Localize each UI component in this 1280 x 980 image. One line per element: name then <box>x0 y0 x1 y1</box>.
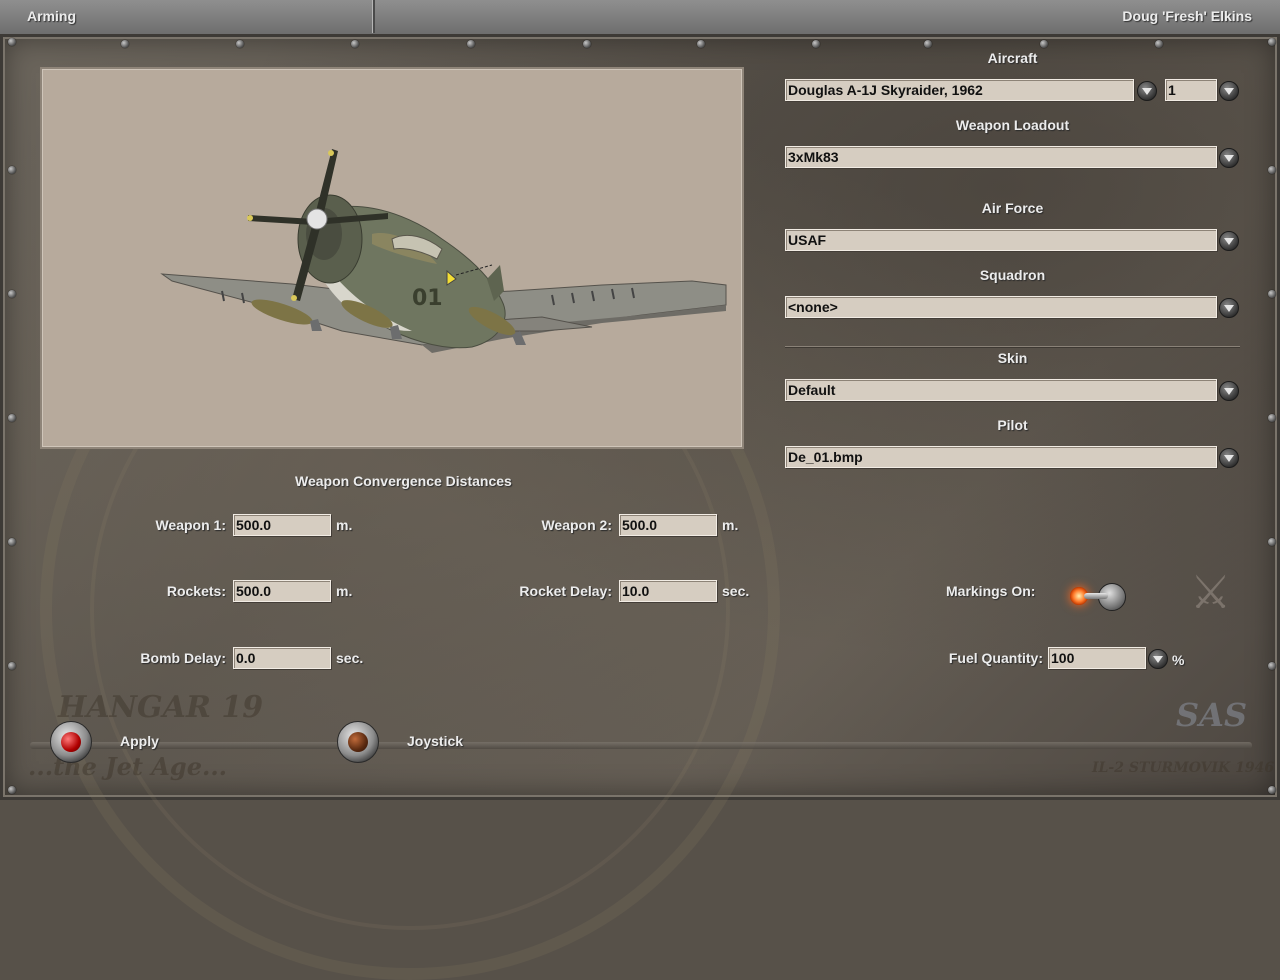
air-force-label: Air Force <box>981 200 1044 216</box>
winged-dagger-emblem-icon: ⚔ <box>1190 565 1232 619</box>
rivet <box>1268 662 1276 670</box>
rivet <box>8 166 16 174</box>
weapon1-label: Weapon 1: <box>155 517 226 533</box>
rivet <box>812 40 820 48</box>
joystick-button[interactable] <box>337 721 379 763</box>
skin-label: Skin <box>997 350 1028 366</box>
rivet <box>8 38 16 46</box>
rivet <box>8 662 16 670</box>
red-button-cap-icon <box>61 732 81 752</box>
rivet <box>1268 290 1276 298</box>
fuel-quantity-select[interactable] <box>1048 647 1146 669</box>
aircraft-count-dropdown-arrow-icon[interactable] <box>1219 81 1239 101</box>
fuel-quantity-label: Fuel Quantity: <box>948 650 1043 666</box>
rivet <box>1040 40 1048 48</box>
bomb-delay-label: Bomb Delay: <box>140 650 226 666</box>
rivet <box>1268 38 1276 46</box>
air-force-dropdown-arrow-icon[interactable] <box>1219 231 1239 251</box>
aircraft-label: Aircraft <box>987 50 1038 66</box>
aircraft-count-select[interactable] <box>1165 79 1217 101</box>
weapon2-unit: m. <box>722 517 739 533</box>
apply-button-label[interactable]: Apply <box>120 733 159 749</box>
squadron-select[interactable] <box>785 296 1217 318</box>
bomb-delay-unit: sec. <box>336 650 364 666</box>
weapon-loadout-select[interactable] <box>785 146 1217 168</box>
weapon2-distance-input[interactable] <box>619 514 717 536</box>
squadron-label: Squadron <box>979 267 1046 283</box>
markings-toggle-switch[interactable] <box>1068 579 1132 613</box>
weapon-loadout-label: Weapon Loadout <box>955 117 1070 133</box>
pilot-dropdown-arrow-icon[interactable] <box>1219 448 1239 468</box>
skin-select[interactable] <box>785 379 1217 401</box>
pilot-select[interactable] <box>785 446 1217 468</box>
aircraft-model-image: 01 <box>160 149 727 353</box>
screen-title: Arming <box>27 8 76 24</box>
bomb-delay-input[interactable] <box>233 647 331 669</box>
toggle-switch-lever-icon <box>1084 593 1108 599</box>
svg-text:01: 01 <box>412 286 443 311</box>
convergence-title: Weapon Convergence Distances <box>295 473 512 489</box>
rivet <box>8 786 16 794</box>
rocket-delay-input[interactable] <box>619 580 717 602</box>
rivet <box>1155 40 1163 48</box>
markings-label: Markings On: <box>946 583 1036 599</box>
weapon2-label: Weapon 2: <box>541 517 612 533</box>
rocket-delay-unit: sec. <box>722 583 750 599</box>
dark-button-cap-icon <box>348 732 368 752</box>
air-force-select[interactable] <box>785 229 1217 251</box>
rivet <box>351 40 359 48</box>
il2-logo: IL-2 STURMOVIK 1946 <box>1092 760 1275 776</box>
aircraft-select[interactable] <box>785 79 1134 101</box>
fuel-unit: % <box>1172 652 1185 668</box>
rivet <box>8 538 16 546</box>
rivet <box>1268 414 1276 422</box>
joystick-button-label[interactable]: Joystick <box>407 733 463 749</box>
weapon1-unit: m. <box>336 517 353 533</box>
pilot-label: Pilot <box>997 417 1028 433</box>
sas-logo: SAS <box>1176 696 1248 734</box>
bottom-rail <box>30 742 1252 749</box>
aircraft-dropdown-arrow-icon[interactable] <box>1137 81 1157 101</box>
rivet <box>8 290 16 298</box>
hangar19-logo: HANGAR 19 <box>58 690 264 725</box>
weapon-loadout-dropdown-arrow-icon[interactable] <box>1219 148 1239 168</box>
rockets-label: Rockets: <box>166 583 226 599</box>
skin-dropdown-arrow-icon[interactable] <box>1219 381 1239 401</box>
rivet <box>467 40 475 48</box>
rivet <box>1268 538 1276 546</box>
rockets-distance-input[interactable] <box>233 580 331 602</box>
fuel-quantity-dropdown-arrow-icon[interactable] <box>1148 649 1168 669</box>
aircraft-preview-viewport[interactable]: 01 <box>40 67 744 449</box>
weapon1-distance-input[interactable] <box>233 514 331 536</box>
rivet <box>8 414 16 422</box>
rivet <box>236 40 244 48</box>
rivet <box>1268 786 1276 794</box>
section-divider <box>785 346 1240 347</box>
rivet <box>924 40 932 48</box>
rivet <box>697 40 705 48</box>
rocket-delay-label: Rocket Delay: <box>519 583 612 599</box>
rivet <box>583 40 591 48</box>
title-bar: Arming Doug 'Fresh' Elkins <box>0 0 1280 35</box>
rockets-unit: m. <box>336 583 353 599</box>
rivet <box>1268 166 1276 174</box>
squadron-dropdown-arrow-icon[interactable] <box>1219 298 1239 318</box>
apply-button[interactable] <box>50 721 92 763</box>
pilot-name: Doug 'Fresh' Elkins <box>1122 8 1252 24</box>
rivet <box>121 40 129 48</box>
